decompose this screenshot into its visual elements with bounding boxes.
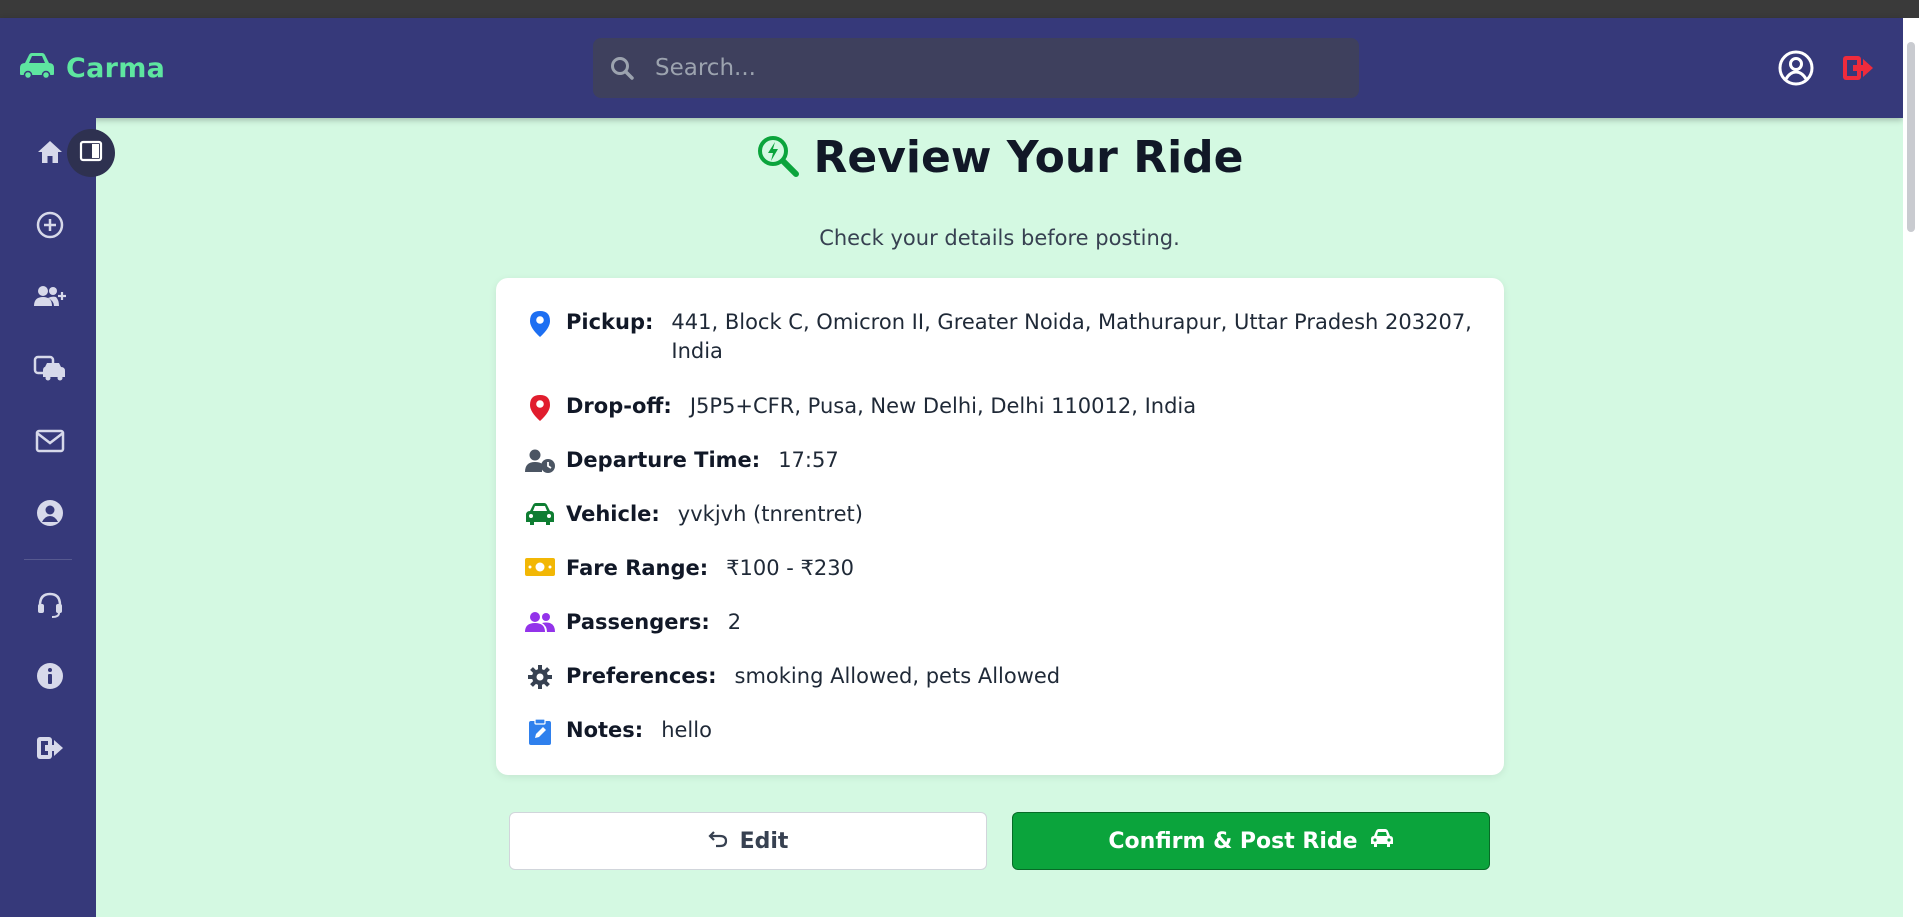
- undo-icon: [708, 828, 728, 854]
- gear-icon: [524, 662, 556, 690]
- mail-icon: [35, 429, 65, 457]
- add-circle-icon: [35, 210, 65, 244]
- clipboard-edit-icon: [524, 716, 556, 746]
- money-bill-icon: [524, 554, 556, 578]
- preferences-value: smoking Allowed, pets Allowed: [734, 664, 1061, 688]
- logout-icon: [35, 734, 65, 766]
- detail-row-departure: Departure Time: 17:57: [524, 446, 1476, 475]
- brand-logo[interactable]: Carma: [18, 52, 165, 84]
- passengers-label: Passengers:: [566, 610, 710, 634]
- scrollbar-thumb[interactable]: [1907, 42, 1915, 232]
- add-user-icon: [33, 284, 67, 314]
- navbar-actions: [1777, 49, 1875, 91]
- profile-icon: [35, 498, 65, 532]
- fare-label: Fare Range:: [566, 556, 709, 580]
- search-check-icon: [756, 134, 800, 182]
- users-icon: [524, 608, 556, 634]
- support-icon: [35, 589, 65, 623]
- detail-row-pickup: Pickup: 441, Block C, Omicron II, Greate…: [524, 308, 1476, 366]
- confirm-button-label: Confirm & Post Ride: [1108, 828, 1358, 854]
- sidebar-item-post-ride[interactable]: [30, 207, 70, 247]
- vehicle-value: yvkjvh (tnrentret): [677, 502, 863, 526]
- car-icon: [524, 500, 556, 526]
- dropoff-label: Drop-off:: [566, 394, 672, 418]
- notes-value: hello: [661, 718, 712, 742]
- edit-button-label: Edit: [739, 828, 789, 854]
- window-top-strip: [0, 0, 1919, 18]
- sidebar: [0, 118, 96, 917]
- detail-row-preferences: Preferences: smoking Allowed, pets Allow…: [524, 662, 1476, 691]
- search-bar: [593, 38, 1359, 98]
- sidebar-item-about[interactable]: [30, 658, 70, 698]
- sidebar-item-home[interactable]: [30, 134, 70, 174]
- detail-row-passengers: Passengers: 2: [524, 608, 1476, 637]
- sidebar-divider: [24, 559, 72, 560]
- page-title: Review Your Ride: [813, 132, 1244, 183]
- ride-summary-card: Pickup: 441, Block C, Omicron II, Greate…: [496, 278, 1504, 775]
- detail-row-dropoff: Drop-off: J5P5+CFR, Pusa, New Delhi, Del…: [524, 392, 1476, 422]
- sidebar-item-messages[interactable]: [30, 423, 70, 463]
- departure-value: 17:57: [778, 448, 839, 472]
- departure-label: Departure Time:: [566, 448, 761, 472]
- detail-row-notes: Notes: hello: [524, 716, 1476, 746]
- detail-row-fare: Fare Range: ₹100 - ₹230: [524, 554, 1476, 583]
- location-pin-icon: [524, 308, 556, 338]
- page-subtitle: Check your details before posting.: [819, 226, 1180, 250]
- notes-label: Notes:: [566, 718, 644, 742]
- edit-button[interactable]: Edit: [509, 812, 987, 870]
- sidebar-item-add-user[interactable]: [30, 279, 70, 319]
- sidebar-item-support[interactable]: [30, 586, 70, 626]
- logout-icon[interactable]: [1841, 53, 1875, 87]
- dropoff-value: J5P5+CFR, Pusa, New Delhi, Delhi 110012,…: [689, 394, 1197, 418]
- user-profile-icon[interactable]: [1777, 49, 1815, 91]
- car-icon: [18, 52, 56, 84]
- ride-icon: [33, 355, 67, 387]
- info-icon: [35, 661, 65, 695]
- sidebar-item-logout[interactable]: [30, 730, 70, 770]
- dropoff-pin-icon: [524, 392, 556, 422]
- passengers-value: 2: [727, 610, 742, 634]
- pickup-label: Pickup:: [566, 310, 654, 334]
- detail-row-vehicle: Vehicle: yvkjvh (tnrentret): [524, 500, 1476, 529]
- vehicle-label: Vehicle:: [566, 502, 660, 526]
- confirm-post-ride-button[interactable]: Confirm & Post Ride: [1012, 812, 1490, 870]
- fare-value: ₹100 - ₹230: [726, 556, 854, 580]
- pickup-value: 441, Block C, Omicron II, Greater Noida,…: [671, 310, 1472, 363]
- title-row: Review Your Ride: [96, 132, 1903, 183]
- brand-name: Carma: [66, 52, 166, 84]
- page-scrollbar[interactable]: [1903, 18, 1919, 917]
- main-content: Review Your Ride Check your details befo…: [96, 118, 1903, 917]
- top-navbar: Carma: [0, 18, 1903, 118]
- search-input[interactable]: [653, 54, 1337, 82]
- search-icon: [609, 55, 635, 81]
- preferences-label: Preferences:: [566, 664, 717, 688]
- sidebar-item-profile[interactable]: [30, 495, 70, 535]
- sidebar-item-rides[interactable]: [30, 351, 70, 391]
- car-icon: [1370, 828, 1394, 854]
- user-clock-icon: [524, 446, 556, 474]
- home-icon: [36, 139, 64, 169]
